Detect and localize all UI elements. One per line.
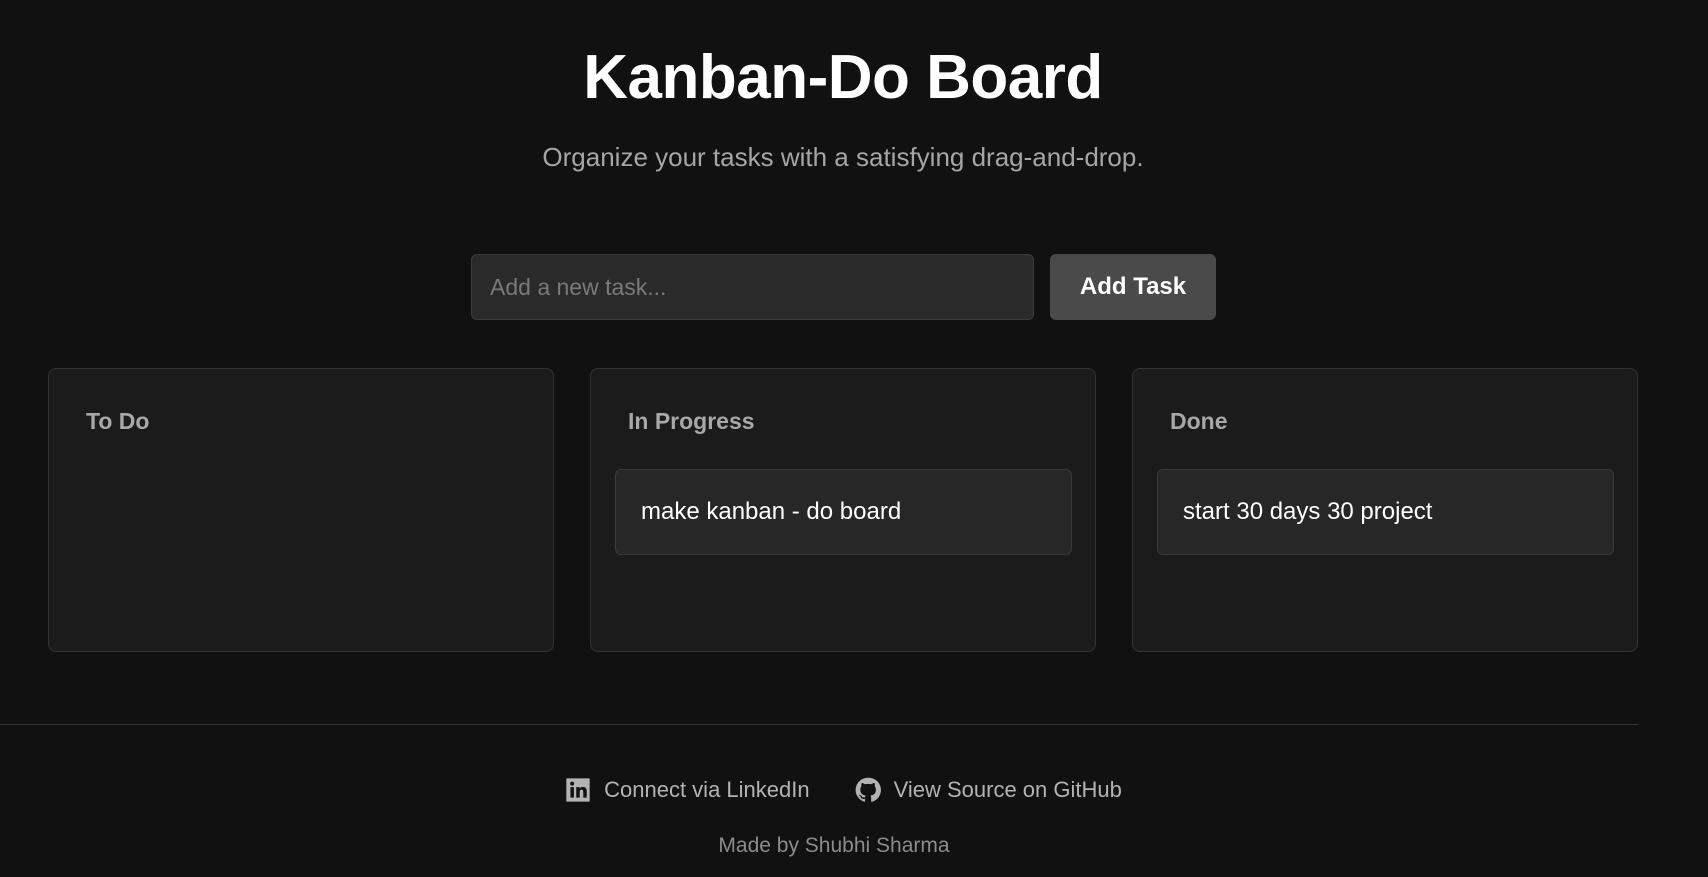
linkedin-icon [564,776,592,804]
task-list: start 30 days 30 project [1157,469,1614,555]
new-task-input[interactable] [471,254,1034,320]
add-task-form: Add Task [471,254,1216,320]
footer-links: Connect via LinkedIn View Source on GitH… [0,776,1686,804]
column-title: Done [1170,408,1228,434]
linkedin-link[interactable]: Connect via LinkedIn [564,776,810,804]
kanban-page: Kanban-Do Board Organize your tasks with… [0,0,1708,877]
github-link-label: View Source on GitHub [893,777,1122,802]
task-card[interactable]: start 30 days 30 project [1157,469,1614,555]
add-task-button[interactable]: Add Task [1050,254,1216,320]
task-list: make kanban - do board [615,469,1072,555]
column-in-progress[interactable]: In Progress make kanban - do board [590,368,1096,652]
column-title: To Do [86,408,150,434]
kanban-board: To Do In Progress make kanban - do board… [48,368,1638,652]
page-subtitle: Organize your tasks with a satisfying dr… [542,142,1144,172]
linkedin-link-label: Connect via LinkedIn [604,777,810,802]
footer-divider [0,724,1638,725]
column-todo[interactable]: To Do [48,368,554,652]
github-link[interactable]: View Source on GitHub [854,776,1122,804]
footer-credit: Made by Shubhi Sharma [718,834,950,857]
page-title: Kanban-Do Board [583,43,1103,112]
column-done[interactable]: Done start 30 days 30 project [1132,368,1638,652]
column-title: In Progress [628,408,755,434]
github-icon [854,776,882,804]
task-card[interactable]: make kanban - do board [615,469,1072,555]
